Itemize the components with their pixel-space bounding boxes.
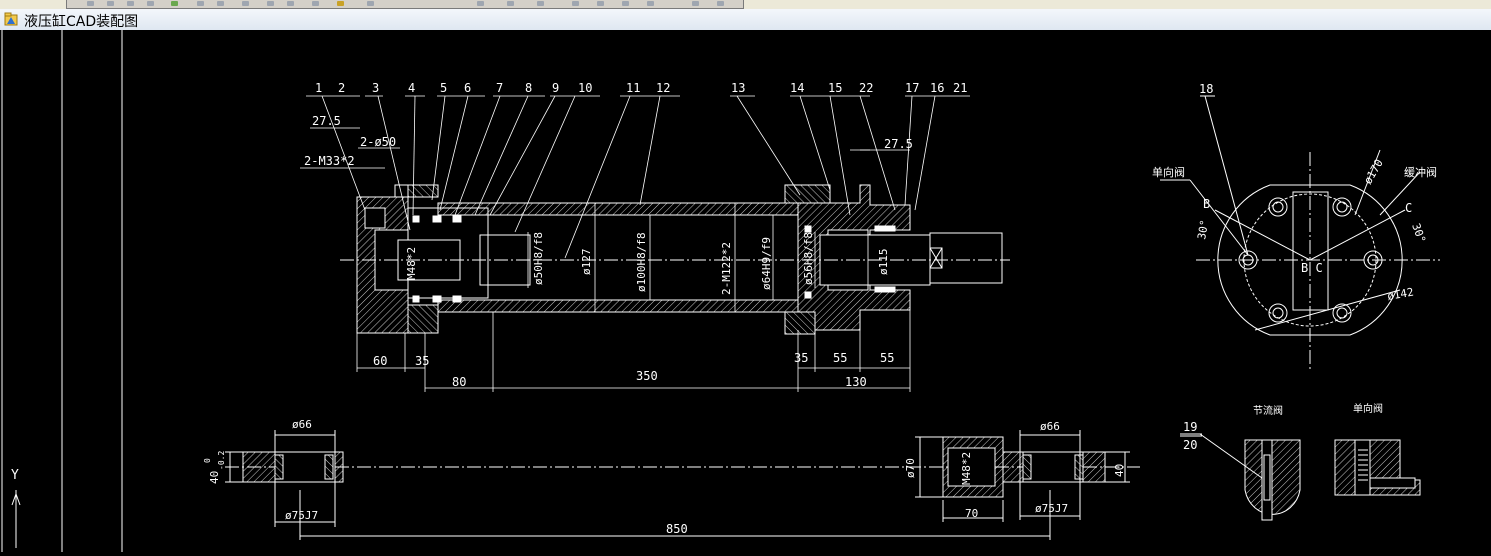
- toolbar: [66, 0, 744, 9]
- balloons: 1 2 3 4 5 6 7 8 9 10 11 12 13 14 15 22 1…: [315, 81, 967, 95]
- dim-phi170: ø170: [1361, 157, 1386, 186]
- toolbar-button[interactable]: [287, 1, 294, 6]
- balloon-11: 11: [626, 81, 640, 95]
- toolbar-button[interactable]: [171, 1, 178, 6]
- dim-phi115: ø115: [877, 249, 890, 276]
- dim-55-b: 55: [880, 351, 894, 365]
- label-throttle-valve: 节流阀: [1253, 404, 1283, 417]
- toolbar-button[interactable]: [597, 1, 604, 6]
- balloon-12: 12: [656, 81, 670, 95]
- toolbar-button[interactable]: [477, 1, 484, 6]
- toolbar-button[interactable]: [692, 1, 699, 6]
- label-check-valve: 单向阀: [1152, 165, 1185, 179]
- toolbar-button[interactable]: [312, 1, 319, 6]
- toolbar-button[interactable]: [242, 1, 249, 6]
- dim-130: 130: [845, 375, 867, 389]
- balloon-18: 18: [1199, 82, 1213, 96]
- dim-60: 60: [373, 354, 387, 368]
- toolbar-button[interactable]: [107, 1, 114, 6]
- dim-m122: 2-M122*2: [720, 242, 733, 295]
- dim-850: 850: [666, 522, 688, 536]
- dim-80: 80: [452, 375, 466, 389]
- balloon-15: 15: [828, 81, 842, 95]
- toolbar-button[interactable]: [267, 1, 274, 6]
- dim-35-right: 35: [794, 351, 808, 365]
- toolbar-button[interactable]: [127, 1, 134, 6]
- tol-lower: -0.2: [217, 451, 226, 470]
- toolbar-button[interactable]: [197, 1, 204, 6]
- balloon-3: 3: [372, 81, 379, 95]
- toolbar-button[interactable]: [87, 1, 94, 6]
- toolbar-button[interactable]: [337, 1, 344, 6]
- ucs-y-label: Y: [11, 468, 19, 483]
- dim-55-a: 55: [833, 351, 847, 365]
- balloon-13: 13: [731, 81, 745, 95]
- dim-phi100: ø100H8/f8: [635, 232, 648, 292]
- toolbar-button[interactable]: [217, 1, 224, 6]
- label-b: B: [1203, 197, 1210, 211]
- balloon-14: 14: [790, 81, 804, 95]
- dim-phi142: ø142: [1386, 286, 1414, 303]
- balloon-16: 16: [930, 81, 944, 95]
- label-check-valve-detail: 单向阀: [1353, 402, 1383, 415]
- balloon-9: 9: [552, 81, 559, 95]
- dim-phi66-left: ø66: [292, 418, 312, 431]
- balloon-19: 19: [1183, 420, 1197, 434]
- balloon-7: 7: [496, 81, 503, 95]
- balloon-20: 20: [1183, 438, 1197, 452]
- cad-drawing[interactable]: Y M48*2 ø50H8/f8 ø127 ø100H8/f8 2-M122*2…: [0, 30, 1491, 552]
- balloon-5: 5: [440, 81, 447, 95]
- balloon-10: 10: [578, 81, 592, 95]
- balloon-1: 1: [315, 81, 322, 95]
- dim-phi50: ø50H8/f8: [532, 232, 545, 285]
- dim-27-5-left: 27.5: [312, 114, 341, 128]
- dim-35-left: 35: [415, 354, 429, 368]
- dim-m48: M48*2: [405, 247, 418, 280]
- toolbar-button[interactable]: [647, 1, 654, 6]
- dim-phi70: ø70: [904, 458, 917, 478]
- balloon-17: 17: [905, 81, 919, 95]
- balloon-21: 21: [953, 81, 967, 95]
- toolbar-button[interactable]: [537, 1, 544, 6]
- dim-m48-rod: M48*2: [960, 452, 973, 485]
- toolbar-button[interactable]: [507, 1, 514, 6]
- toolbar-button[interactable]: [572, 1, 579, 6]
- toolbar-button[interactable]: [622, 1, 629, 6]
- balloon-4: 4: [408, 81, 415, 95]
- tol-upper: 0: [203, 458, 212, 463]
- balloon-8: 8: [525, 81, 532, 95]
- valve-details[interactable]: [1180, 433, 1421, 521]
- ucs-icon: Y: [11, 468, 21, 548]
- balloon-2: 2: [338, 81, 345, 95]
- toolbar-button[interactable]: [717, 1, 724, 6]
- toolbar-button[interactable]: [147, 1, 154, 6]
- dim-phi64: ø64H9/f9: [760, 237, 773, 290]
- autocad-icon: [4, 12, 18, 26]
- dim-350: 350: [636, 369, 658, 383]
- label-bc: B C: [1301, 261, 1323, 275]
- label-c: C: [1405, 201, 1412, 215]
- dim-2-phi50: 2-ø50: [360, 135, 396, 149]
- dim-70: 70: [965, 507, 978, 520]
- document-titlebar: 液压缸CAD装配图: [0, 9, 1491, 31]
- dim-2-m33: 2-M33*2: [304, 154, 355, 168]
- balloon-22: 22: [859, 81, 873, 95]
- label-buffer-valve: 缓冲阀: [1404, 165, 1437, 179]
- dim-phi75-right: ø75J7: [1035, 502, 1068, 515]
- angle-right: 30°: [1409, 222, 1428, 245]
- document-title: 液压缸CAD装配图: [24, 14, 139, 30]
- dim-phi56: ø56H8/f8: [802, 232, 815, 285]
- viewport-frame: [1, 30, 123, 552]
- angle-left: 30°: [1195, 219, 1211, 241]
- dim-40-left: 40: [208, 471, 221, 484]
- dim-phi66-right: ø66: [1040, 420, 1060, 433]
- toolbar-button[interactable]: [367, 1, 374, 6]
- dim-phi127: ø127: [580, 249, 593, 276]
- dim-phi75-left: ø75J7: [285, 509, 318, 522]
- dim-40-right: 40: [1113, 464, 1126, 477]
- drawing-canvas[interactable]: Y M48*2 ø50H8/f8 ø127 ø100H8/f8 2-M122*2…: [0, 30, 1491, 552]
- balloon-6: 6: [464, 81, 471, 95]
- dim-27-5-right: 27.5: [884, 137, 913, 151]
